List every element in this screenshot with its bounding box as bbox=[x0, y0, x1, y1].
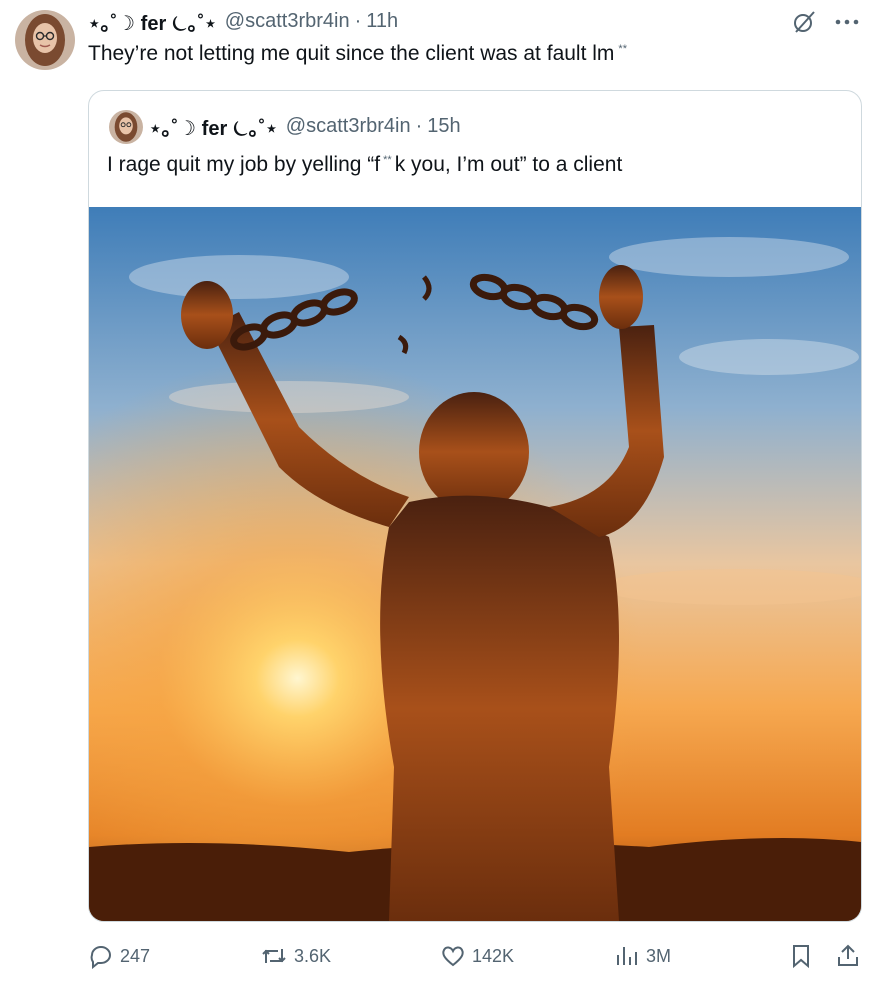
views-count: 3M bbox=[646, 945, 672, 966]
action-bar: 247 3.6K 142K 3M bbox=[0, 940, 886, 972]
quoted-separator: · bbox=[415, 114, 423, 137]
author-handle[interactable]: @scatt3rbr4in bbox=[225, 10, 350, 33]
like-count: 142K bbox=[472, 945, 515, 966]
repost-button[interactable]: 3.6K bbox=[260, 940, 331, 972]
repost-icon bbox=[262, 949, 286, 963]
reply-icon bbox=[90, 945, 111, 969]
bookmark-button[interactable] bbox=[790, 940, 812, 972]
quoted-header: ⋆｡˚☽ fer ⏾｡˚⋆ @scatt3rbr4in · 15h bbox=[149, 113, 461, 140]
author-name[interactable]: ⋆｡˚☽ fer ⏾｡˚⋆ bbox=[88, 7, 217, 36]
views-button[interactable]: 3M bbox=[614, 940, 671, 972]
quoted-timestamp: 15h bbox=[427, 114, 461, 137]
quoted-text-censor: ** bbox=[383, 154, 392, 166]
repost-count: 3.6K bbox=[294, 945, 332, 966]
quoted-text-after: k you, I’m out” to a client bbox=[394, 153, 623, 176]
quoted-author-name: ⋆｡˚☽ fer ⏾｡˚⋆ bbox=[149, 117, 278, 140]
heart-icon bbox=[442, 946, 464, 967]
quoted-image[interactable] bbox=[89, 207, 861, 921]
tweet-body: They’re not letting me quit since the cl… bbox=[88, 42, 615, 65]
separator: · bbox=[354, 9, 362, 32]
quoted-text-before: I rage quit my job by yelling “f bbox=[107, 153, 381, 176]
share-icon bbox=[838, 944, 858, 966]
quoted-tweet[interactable]: ⋆｡˚☽ fer ⏾｡˚⋆ @scatt3rbr4in · 15h I rage… bbox=[88, 90, 862, 922]
views-icon bbox=[617, 947, 637, 965]
tweet-suffix: ** bbox=[618, 43, 627, 55]
bookmark-icon bbox=[793, 945, 809, 969]
share-button[interactable] bbox=[836, 940, 860, 972]
timestamp[interactable]: 11h bbox=[366, 10, 398, 33]
quoted-text: I rage quit my job by yelling “f ** k you,… bbox=[107, 153, 622, 177]
tweet-header: ⋆｡˚☽ fer ⏾｡˚⋆ @scatt3rbr4in · 11h bbox=[88, 9, 398, 35]
tweet-text: They’re not letting me quit since the cl… bbox=[88, 42, 627, 66]
avatar[interactable] bbox=[15, 10, 75, 70]
quoted-avatar bbox=[109, 110, 143, 144]
grok-icon[interactable] bbox=[790, 8, 818, 36]
reply-button[interactable]: 247 bbox=[88, 940, 150, 972]
reply-count: 247 bbox=[120, 945, 151, 966]
like-button[interactable]: 142K bbox=[440, 940, 514, 972]
quoted-author-handle: @scatt3rbr4in bbox=[285, 114, 411, 137]
more-icon[interactable] bbox=[830, 8, 864, 36]
